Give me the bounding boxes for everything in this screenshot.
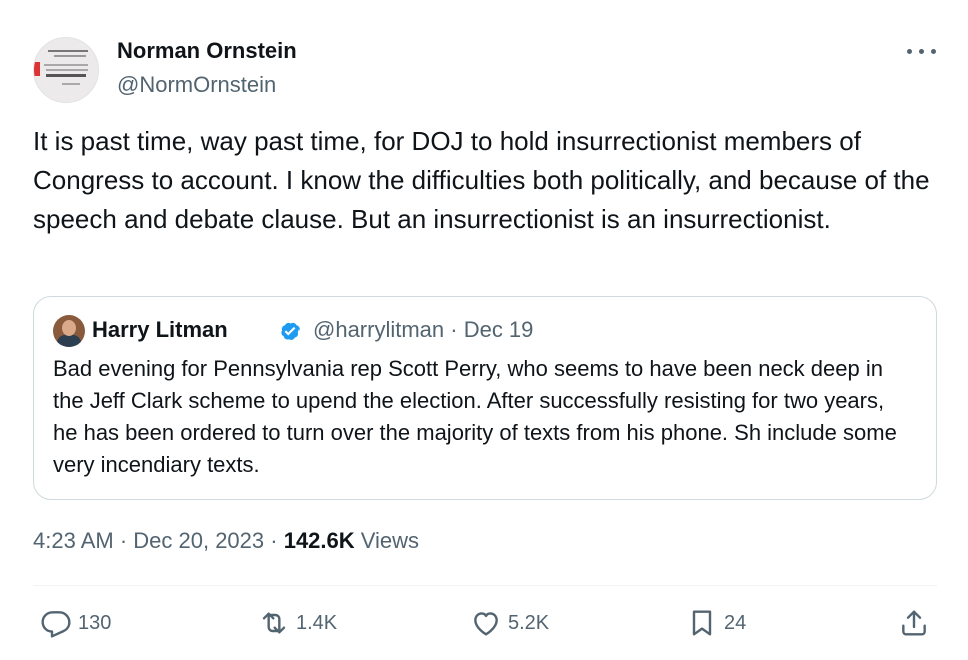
repost-count: 1.4K xyxy=(296,611,338,634)
bookmark-icon xyxy=(692,610,712,636)
repost-button[interactable]: 1.4K xyxy=(258,607,337,639)
like-button[interactable]: 5.2K xyxy=(470,607,549,639)
tweet-timestamp[interactable]: 4:23 AM · Dec 20, 2023 · 142.6K Views xyxy=(33,528,419,554)
tweet-text: It is past time, way past time, for DOJ … xyxy=(33,126,930,234)
bookmark-button[interactable]: 24 xyxy=(686,607,746,639)
views-label: Views xyxy=(354,528,420,553)
reply-button[interactable]: 130 xyxy=(40,607,111,639)
views-count: 142.6K xyxy=(283,528,355,553)
author-name[interactable]: Norman Ornstein xyxy=(117,38,297,64)
share-icon xyxy=(902,610,926,636)
reply-count: 130 xyxy=(78,611,112,634)
quote-handle-date: @harrylitman · Dec 19 xyxy=(313,317,534,342)
author-avatar[interactable] xyxy=(33,37,99,103)
quote-author-avatar xyxy=(53,315,85,347)
heart-icon xyxy=(474,612,498,636)
author-handle[interactable]: @NormOrnstein xyxy=(117,72,276,98)
divider xyxy=(33,585,937,586)
quote-text: Bad evening for Pennsylvania rep Scott P… xyxy=(53,356,897,477)
reply-icon xyxy=(41,611,71,638)
verified-badge-icon xyxy=(281,322,300,340)
more-icon[interactable] xyxy=(905,44,939,58)
like-count: 5.2K xyxy=(508,611,550,634)
quoted-tweet[interactable]: Harry Litman @harrylitman · Dec 19 Bad e… xyxy=(33,296,937,500)
bookmark-count: 24 xyxy=(724,611,747,634)
share-button[interactable] xyxy=(898,607,936,639)
quote-author-name: Harry Litman xyxy=(92,317,228,342)
tweet-datetime: 4:23 AM · Dec 20, 2023 · xyxy=(33,528,284,553)
repost-icon xyxy=(262,612,286,634)
